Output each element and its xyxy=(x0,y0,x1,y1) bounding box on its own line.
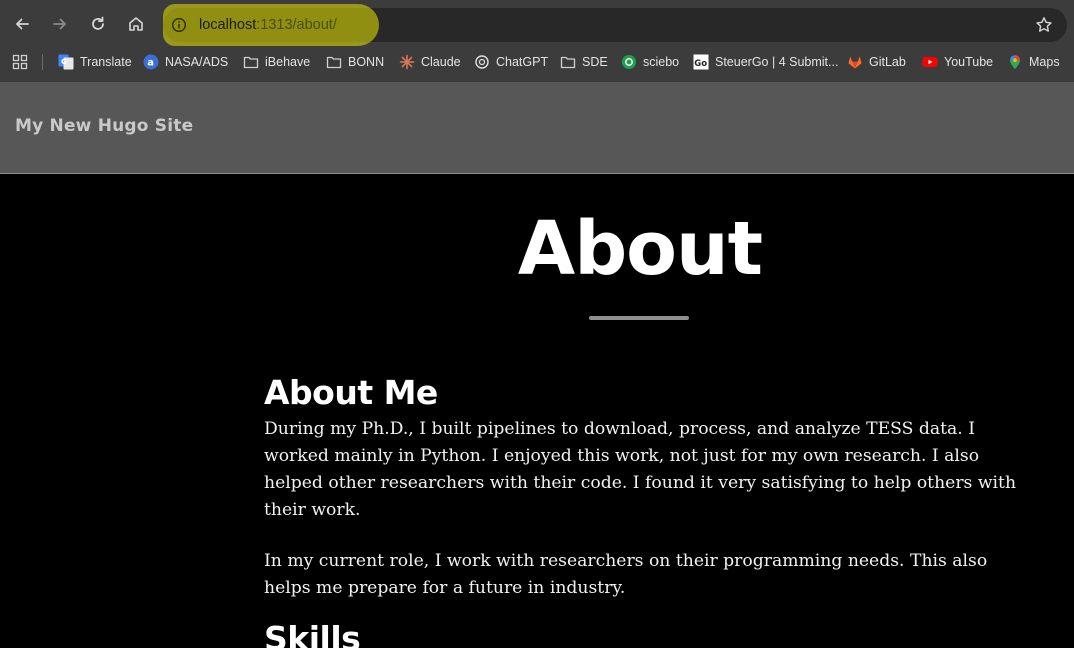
svg-text:Go: Go xyxy=(694,59,707,69)
reload-icon xyxy=(92,16,104,30)
bookmark-claude[interactable]: Claude xyxy=(399,48,461,76)
sciebo-icon xyxy=(621,54,637,70)
claude-icon xyxy=(399,54,415,70)
youtube-icon xyxy=(922,54,938,70)
page-title: About xyxy=(517,206,763,292)
url-path: :1313/about/ xyxy=(256,17,337,33)
apps-grid-icon[interactable] xyxy=(12,54,28,70)
bookmark-label: Translate xyxy=(80,55,132,69)
home-icon xyxy=(129,17,143,31)
bookmark-nasa-ads[interactable]: a NASA/ADS xyxy=(143,48,228,76)
browser-toolbar: localhost:1313/about/ xyxy=(0,0,1074,46)
bookmark-maps[interactable]: Maps xyxy=(1007,48,1060,76)
paragraph-phd: During my Ph.D., I built pipelines to do… xyxy=(264,419,1017,520)
star-icon[interactable] xyxy=(1035,16,1053,34)
google-translate-icon: G xyxy=(58,54,74,70)
bookmark-ibehave[interactable]: iBehave xyxy=(243,48,310,76)
main-content: About Me During my Ph.D., I built pipeli… xyxy=(264,370,1024,648)
bookmark-label: GitLab xyxy=(869,55,906,69)
bookmark-label: Maps xyxy=(1029,55,1060,69)
bookmark-sciebo[interactable]: sciebo xyxy=(621,48,679,76)
site-info-icon[interactable] xyxy=(171,17,187,33)
forward-button[interactable] xyxy=(48,12,72,36)
bookmark-sde[interactable]: SDE xyxy=(560,48,608,76)
bookmark-steuergo[interactable]: Go SteuerGo | 4 Submit... xyxy=(693,48,838,76)
url-host: localhost xyxy=(199,17,257,33)
title-divider xyxy=(589,316,689,320)
url-text[interactable]: localhost:1313/about/ xyxy=(199,8,337,42)
site-title-link[interactable]: My New Hugo Site xyxy=(15,116,193,136)
folder-icon xyxy=(326,54,342,70)
arrow-right-icon xyxy=(53,18,66,30)
gitlab-icon xyxy=(847,54,863,70)
folder-icon xyxy=(560,54,576,70)
ads-icon: a xyxy=(143,54,159,70)
bookmarks-bar: G Translate a NASA/ADS iBehave BONN Clau… xyxy=(0,48,1074,76)
bookmark-label: ChatGPT xyxy=(496,55,549,69)
bookmark-bonn[interactable]: BONN xyxy=(326,48,384,76)
section-heading-about-me: About Me xyxy=(264,373,438,412)
svg-text:a: a xyxy=(147,58,154,69)
arrow-left-icon xyxy=(16,18,29,30)
bookmark-label: NASA/ADS xyxy=(165,55,229,69)
back-button[interactable] xyxy=(10,12,34,36)
bookmark-label: sciebo xyxy=(643,55,680,69)
chatgpt-icon xyxy=(474,54,490,70)
site-header: My New Hugo Site xyxy=(0,82,1074,174)
paragraph-current-role: In my current role, I work with research… xyxy=(264,551,988,598)
browser-chrome: localhost:1313/about/ G Translate a NASA… xyxy=(0,0,1074,82)
bookmark-label: SDE xyxy=(582,55,608,69)
steuergo-icon: Go xyxy=(693,54,709,70)
reload-button[interactable] xyxy=(86,12,110,36)
address-bar[interactable]: localhost:1313/about/ xyxy=(163,4,1067,46)
home-button[interactable] xyxy=(124,12,148,36)
bookmark-label: Claude xyxy=(421,55,461,69)
folder-icon xyxy=(243,54,259,70)
bookmark-label: iBehave xyxy=(265,55,311,69)
bookmarks-separator xyxy=(42,54,43,70)
bookmark-label: SteuerGo | 4 Submit... xyxy=(715,55,839,69)
bookmark-youtube[interactable]: YouTube xyxy=(922,48,993,76)
maps-icon xyxy=(1007,54,1023,70)
bookmark-label: BONN xyxy=(348,55,385,69)
bookmark-translate[interactable]: G Translate xyxy=(58,48,132,76)
svg-text:G: G xyxy=(61,58,67,66)
bookmark-gitlab[interactable]: GitLab xyxy=(847,48,906,76)
bookmark-label: YouTube xyxy=(944,55,994,69)
section-heading-skills: Skills xyxy=(264,619,361,648)
bookmark-chatgpt[interactable]: ChatGPT xyxy=(474,48,548,76)
